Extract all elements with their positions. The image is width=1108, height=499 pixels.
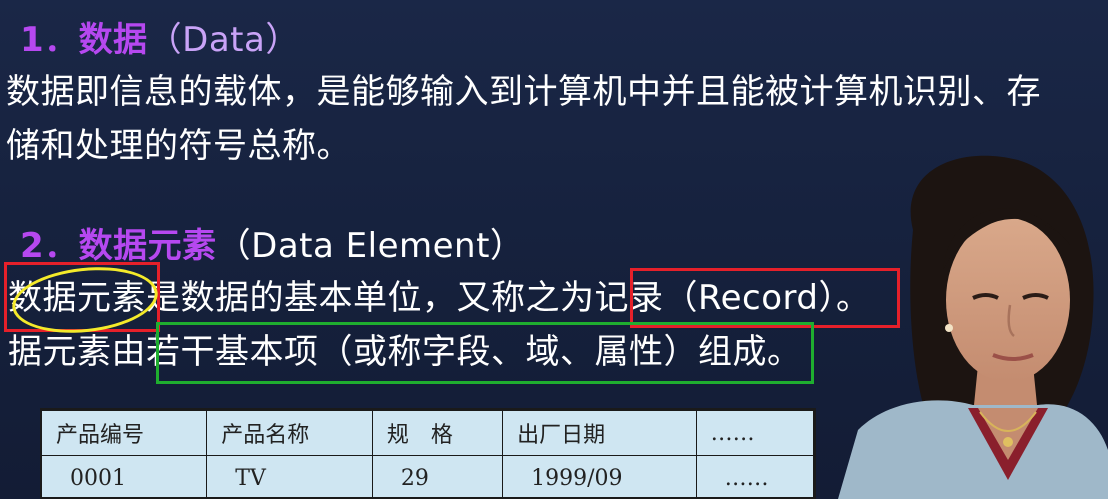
header-manufacture-date: 出厂日期: [502, 410, 697, 456]
cell-product-id: 0001: [42, 455, 208, 497]
cell-product-name: TV: [206, 455, 373, 497]
header-product-id: 产品编号: [42, 410, 208, 456]
section1-number: 1．: [20, 20, 79, 60]
section1-body-line1: 数据即信息的载体，是能够输入到计算机中并且能被计算机识别、存: [6, 72, 1041, 112]
cell-more: ……: [695, 455, 814, 497]
section1-body-line2: 储和处理的符号总称。: [6, 126, 351, 166]
header-more: ……: [695, 410, 814, 456]
section1-heading: 1．数据（Data）: [20, 20, 300, 60]
section1-title: 数据: [78, 20, 148, 60]
table-header-row: 产品编号 产品名称 规 格 出厂日期 ……: [42, 410, 814, 456]
lecture-slide: 1．数据（Data） 数据即信息的载体，是能够输入到计算机中并且能被计算机识别、…: [0, 0, 1108, 499]
product-table: 产品编号 产品名称 规 格 出厂日期 …… 0001 TV 29 1999/09…: [42, 410, 814, 497]
section1-title-en: （Data）: [147, 20, 300, 60]
cell-spec: 29: [371, 455, 504, 497]
composition-prefix: 据元素由: [8, 332, 146, 372]
definition-text: 是数据的基本单位，又称之为: [146, 278, 595, 318]
header-spec: 规 格: [371, 410, 504, 456]
presenter-video: [838, 155, 1108, 499]
section2-number: 2．: [20, 226, 79, 266]
table-row: 0001 TV 29 1999/09 ……: [42, 455, 814, 497]
section2-title-en: （Data Element）: [216, 226, 525, 266]
highlight-box-fields: [156, 322, 814, 384]
section2-heading: 2．数据元素（Data Element）: [20, 226, 524, 266]
cell-manufacture-date: 1999/09: [502, 455, 697, 497]
product-table-container: 产品编号 产品名称 规 格 出厂日期 …… 0001 TV 29 1999/09…: [40, 408, 816, 499]
section2-title: 数据元素: [78, 226, 217, 266]
header-product-name: 产品名称: [206, 410, 373, 456]
